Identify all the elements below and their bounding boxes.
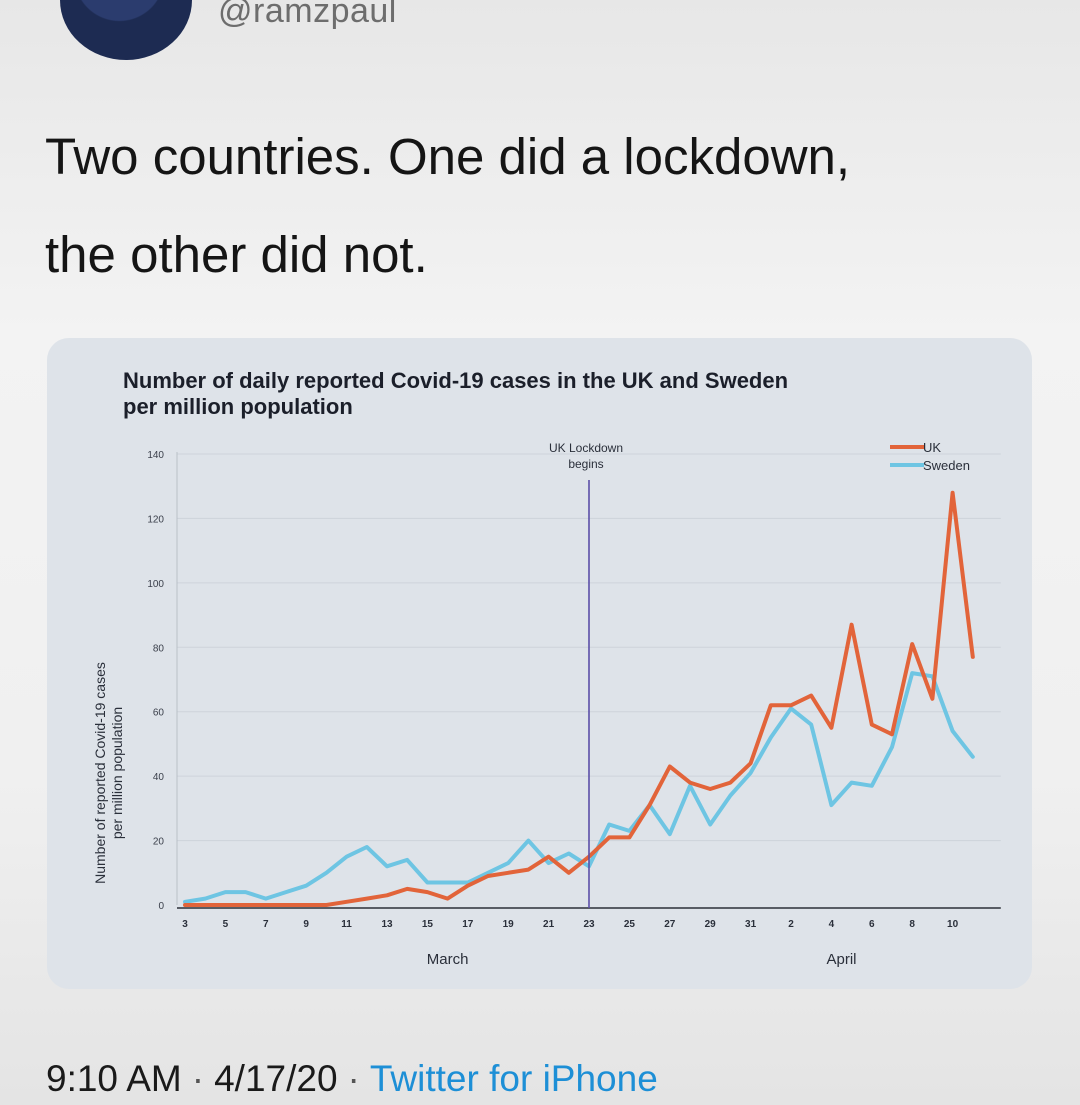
x-tick-label: 10 <box>947 919 959 930</box>
x-tick-label: 3 <box>182 919 188 930</box>
tweet-date[interactable]: 4/17/20 <box>214 1058 337 1099</box>
x-tick-label: 9 <box>303 919 309 930</box>
x-tick-label: 4 <box>829 919 835 930</box>
x-tick-label: 7 <box>263 919 269 930</box>
x-tick-label: 2 <box>788 919 794 930</box>
x-tick-label: 23 <box>583 919 595 930</box>
x-tick-label: 6 <box>869 919 875 930</box>
x-tick-label: 5 <box>223 919 229 930</box>
y-tick-label: 20 <box>153 837 165 848</box>
x-tick-label: 29 <box>705 919 717 930</box>
x-tick-label: 25 <box>624 919 636 930</box>
y-axis-title-line1: Number of reported Covid-19 cases <box>92 662 108 884</box>
x-month-label: March <box>427 951 469 968</box>
y-tick-label: 80 <box>153 643 165 654</box>
x-tick-label: 27 <box>664 919 676 930</box>
legend-label-sweden: Sweden <box>923 458 970 473</box>
x-tick-label: 15 <box>422 919 434 930</box>
y-tick-label: 40 <box>153 772 165 783</box>
series-lines <box>183 490 975 907</box>
series-line-sweden <box>183 671 975 904</box>
user-handle[interactable]: @ramzpaul <box>218 0 397 31</box>
y-tick-label: 60 <box>153 708 165 719</box>
y-tick-label: 120 <box>147 514 164 525</box>
tweet-text: Two countries. One did a lockdown, the o… <box>45 108 1045 304</box>
legend: UK Sweden <box>890 440 970 473</box>
x-tick-label: 21 <box>543 919 555 930</box>
tweet-text-line2: the other did not. <box>45 226 428 283</box>
x-tick-label: 17 <box>462 919 474 930</box>
chart-image[interactable]: Number of daily reported Covid-19 cases … <box>47 338 1032 989</box>
tweet-text-line1: Two countries. One did a lockdown, <box>45 128 851 185</box>
separator: · <box>191 1058 205 1099</box>
x-tick-label: 8 <box>909 919 915 930</box>
y-tick-label: 140 <box>147 450 164 461</box>
lockdown-label-line2: begins <box>568 457 603 471</box>
tweet-source-link[interactable]: Twitter for iPhone <box>370 1058 658 1099</box>
y-tick-label: 100 <box>147 579 164 590</box>
series-line-uk <box>183 490 975 907</box>
tweet-time[interactable]: 9:10 AM <box>46 1058 182 1099</box>
x-tick-label: 31 <box>745 919 757 930</box>
avatar[interactable] <box>60 0 192 60</box>
tweet-footer: 9:10 AM · 4/17/20 · Twitter for iPhone <box>46 1058 658 1100</box>
y-axis-title: Number of reported Covid-19 casesper mil… <box>92 662 125 884</box>
x-tick-label: 19 <box>503 919 515 930</box>
line-chart: 0 20 40 60 80 100 120 140 3 5 7 9 11 13 15 17 19 21 23 25 27… <box>92 440 1001 968</box>
legend-label-uk: UK <box>923 440 941 455</box>
x-month-label: April <box>826 951 856 968</box>
x-tick-label: 11 <box>341 919 352 930</box>
y-tick-label: 0 <box>158 901 164 912</box>
lockdown-label-line1: UK Lockdown <box>549 441 623 455</box>
x-tick-label: 13 <box>381 919 393 930</box>
separator: · <box>347 1058 360 1099</box>
y-axis-title-line2: per million population <box>109 707 125 839</box>
